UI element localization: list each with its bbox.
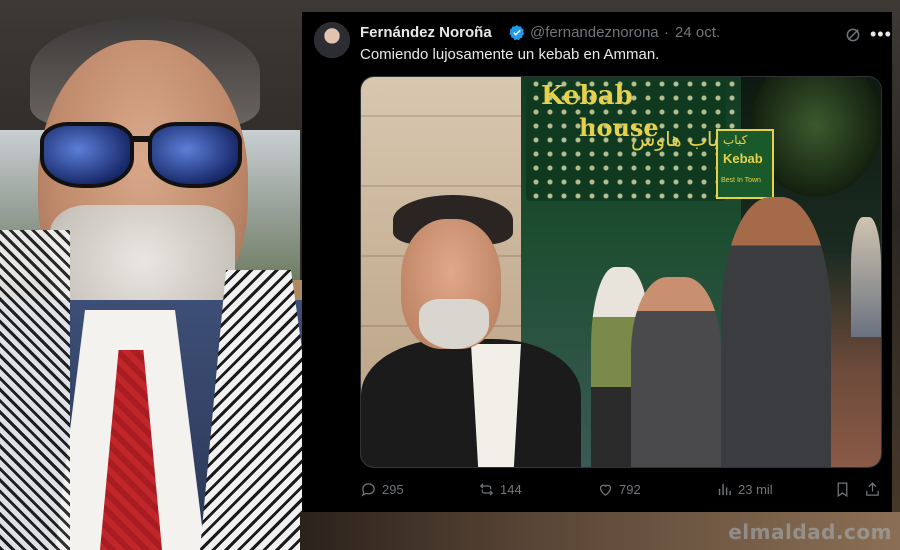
- crowd-person-2: [631, 277, 721, 467]
- reply-icon: [361, 482, 375, 497]
- man-jacket: [361, 339, 581, 467]
- reply-button[interactable]: 295: [360, 478, 404, 500]
- header-separator: ·: [664, 24, 669, 41]
- tweet-card[interactable]: Fernández Noroña @fernandeznorona · 24 o…: [302, 12, 892, 512]
- views-chart-icon: [718, 483, 731, 495]
- side-sign-text: Kebab: [723, 151, 763, 166]
- like-button[interactable]: 792: [597, 478, 641, 500]
- bookmark-button[interactable]: [834, 478, 851, 500]
- reply-count: 295: [382, 481, 404, 497]
- views-count: 23 mil: [738, 481, 773, 497]
- tweet-date[interactable]: 24 oct.: [675, 24, 720, 41]
- heart-icon: [599, 484, 612, 496]
- bookmark-icon: [837, 481, 848, 497]
- author-avatar[interactable]: [314, 22, 350, 58]
- shop-sign-text-1: Kebab: [541, 81, 633, 111]
- selfie-man: [361, 189, 581, 467]
- sunglasses-lens-right: [148, 122, 242, 188]
- retweet-icon: [479, 482, 494, 496]
- side-sign-subtext: Best In Town: [721, 177, 761, 184]
- tweet-photo[interactable]: Kebab house كباب هاوس كباب Kebab Best In…: [360, 76, 882, 468]
- sunglasses: [40, 118, 242, 188]
- retweet-button[interactable]: 144: [478, 478, 522, 500]
- like-count: 792: [619, 481, 641, 497]
- share-icon: [866, 481, 879, 496]
- grok-icon[interactable]: [844, 26, 862, 44]
- share-button[interactable]: [864, 478, 881, 500]
- crowd-person-4: [851, 217, 881, 337]
- keffiyeh-scarf-left: [0, 230, 70, 550]
- tweet-text: Comiendo lujosamente un kebab en Amman.: [360, 46, 660, 63]
- author-handle[interactable]: @fernandeznorona: [530, 24, 659, 41]
- shop-sign-arabic: كباب هاوس: [631, 127, 729, 151]
- man-beard: [419, 299, 489, 349]
- views-button[interactable]: 23 mil: [716, 478, 773, 500]
- retweet-count: 144: [500, 481, 522, 497]
- author-name[interactable]: Fernández Noroña: [360, 24, 492, 41]
- man-shirt: [471, 344, 521, 467]
- verified-badge-icon: [508, 24, 526, 42]
- more-options-icon[interactable]: •••: [870, 24, 891, 44]
- sunglasses-lens-left: [40, 122, 134, 188]
- side-sign-arabic: كباب: [723, 133, 748, 147]
- crowd-person-3: [721, 197, 831, 467]
- tweet-action-bar: 295 144 792 23 mil: [360, 478, 880, 500]
- watermark: elmaldad.com: [728, 520, 892, 544]
